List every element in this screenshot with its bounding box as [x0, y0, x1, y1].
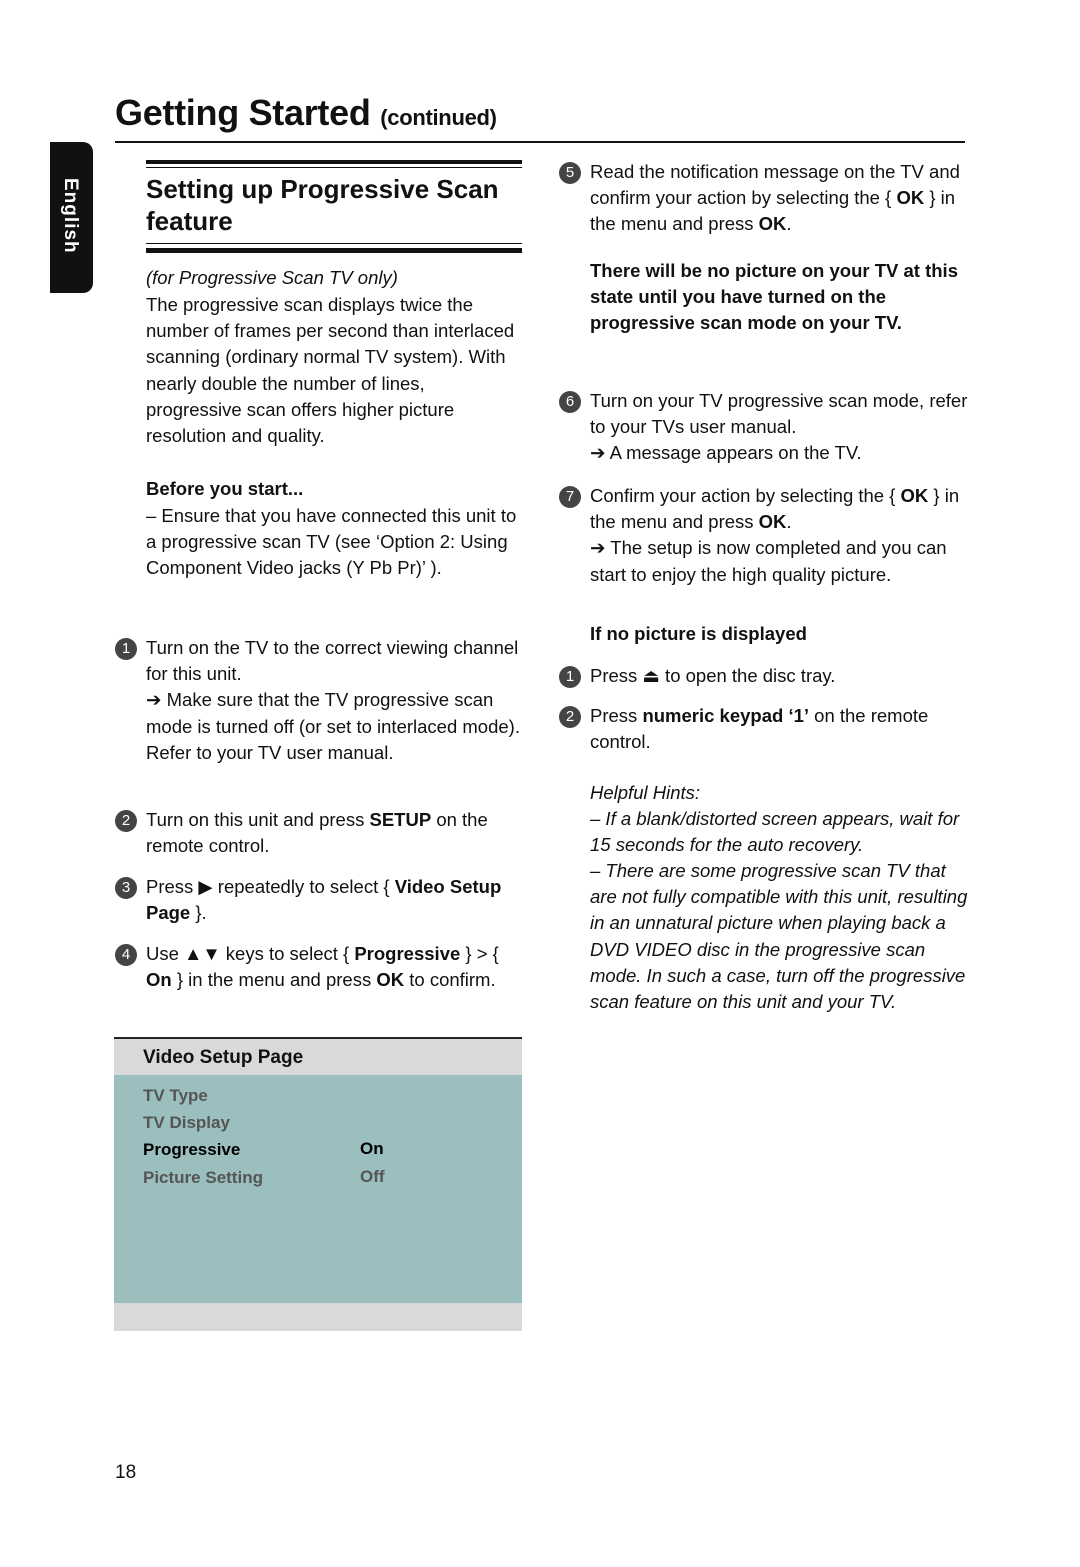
- menu-body: TV Type TV Display Progressive On Pictur…: [114, 1075, 522, 1303]
- title-suffix: (continued): [380, 105, 497, 130]
- step-number: 2: [115, 810, 137, 832]
- step-number: 6: [559, 391, 581, 413]
- step-2: Turn on this unit and press SETUP on the…: [146, 807, 524, 859]
- language-label: English: [60, 178, 81, 254]
- page-number: 18: [115, 1462, 137, 1483]
- no-picture-step-2: Press numeric keypad ‘1’ on the remote c…: [590, 703, 970, 755]
- language-tab: English: [50, 142, 93, 293]
- video-setup-menu-screenshot: Video Setup Page TV Type TV Display Prog…: [114, 1037, 522, 1331]
- menu-value-on: On: [360, 1139, 384, 1158]
- step-7: Confirm your action by selecting the { O…: [590, 483, 970, 588]
- text-segment: }.: [190, 902, 207, 924]
- step-4: Use ▲▼ keys to select { Progressive } > …: [146, 941, 524, 993]
- menu-item-progressive: Progressive: [143, 1140, 241, 1159]
- warning-text: There will be no picture on your TV at t…: [590, 260, 958, 334]
- text-segment: Press: [590, 705, 643, 726]
- step-1: Turn on the TV to the correct viewing ch…: [146, 635, 524, 766]
- page-title: Getting Started (continued): [115, 92, 497, 134]
- bold-term: numeric keypad ‘1’: [642, 705, 810, 726]
- manual-page: Getting Started (continued) English Sett…: [0, 0, 1080, 1567]
- text-segment: .: [786, 213, 792, 235]
- text-segment: Turn on the TV to the correct viewing ch…: [146, 637, 519, 685]
- step-number: 1: [559, 666, 581, 688]
- text-segment: Press ⏏ to open the disc tray.: [590, 665, 836, 686]
- bold-term: On: [146, 969, 172, 991]
- bold-term: OK: [376, 969, 405, 991]
- title-text: Getting Started: [115, 92, 371, 133]
- text-segment: Press ▶ repeatedly to select {: [146, 876, 395, 897]
- text-segment: Turn on your TV progressive scan mode, r…: [590, 390, 968, 464]
- step-6: Turn on your TV progressive scan mode, r…: [590, 388, 970, 467]
- bold-term: SETUP: [369, 809, 432, 830]
- step-3: Press ▶ repeatedly to select { Video Set…: [146, 874, 524, 926]
- text-segment: } > {: [460, 943, 499, 964]
- intro-paragraph: The progressive scan displays twice the …: [146, 294, 515, 447]
- no-picture-step-1: Press ⏏ to open the disc tray.: [590, 663, 970, 689]
- bold-term: OK: [900, 485, 929, 506]
- text-segment: Use ▲▼ keys to select {: [146, 943, 355, 964]
- menu-item-tv-display: TV Display: [143, 1113, 230, 1132]
- text-segment: ➔ Make sure that the TV progressive scan…: [146, 689, 520, 763]
- no-picture-heading: If no picture is displayed: [590, 623, 807, 644]
- menu-title: Video Setup Page: [143, 1047, 304, 1068]
- text-segment: Turn on this unit and press: [146, 809, 370, 830]
- step-number: 3: [115, 877, 137, 899]
- bold-term: OK: [758, 213, 787, 235]
- menu-item-tv-type: TV Type: [143, 1086, 208, 1105]
- scope-note: (for Progressive Scan TV only): [146, 267, 398, 288]
- section-rule-top-thin: [146, 167, 522, 168]
- section-rule-top: [146, 160, 522, 164]
- step-number: 5: [559, 162, 581, 184]
- before-text: – Ensure that you have connected this un…: [146, 505, 517, 579]
- hint-1: – If a blank/distorted screen appears, w…: [590, 808, 960, 856]
- step-5: Read the notification message on the TV …: [590, 159, 970, 238]
- bold-term: OK: [758, 511, 787, 533]
- header-rule: [115, 141, 965, 143]
- hint-2: – There are some progressive scan TV tha…: [590, 860, 968, 1013]
- step-number: 7: [559, 486, 581, 508]
- text-segment: Confirm your action by selecting the {: [590, 485, 901, 506]
- menu-value-off: Off: [360, 1167, 385, 1186]
- menu-item-picture-setting: Picture Setting: [143, 1168, 263, 1187]
- bold-term: OK: [896, 187, 925, 209]
- section-rule-bottom: [146, 248, 522, 253]
- before-heading: Before you start...: [146, 478, 304, 499]
- text-segment: } in the menu and press: [171, 969, 377, 991]
- text-segment: to confirm.: [404, 969, 496, 991]
- step-number: 1: [115, 638, 137, 660]
- step-number: 4: [115, 944, 137, 966]
- bold-term: Progressive: [354, 943, 461, 964]
- step-number: 2: [559, 706, 581, 728]
- section-title: Setting up Progressive Scan feature: [146, 174, 499, 236]
- hints-heading: Helpful Hints:: [590, 782, 701, 803]
- section-rule-bottom-thin: [146, 243, 522, 244]
